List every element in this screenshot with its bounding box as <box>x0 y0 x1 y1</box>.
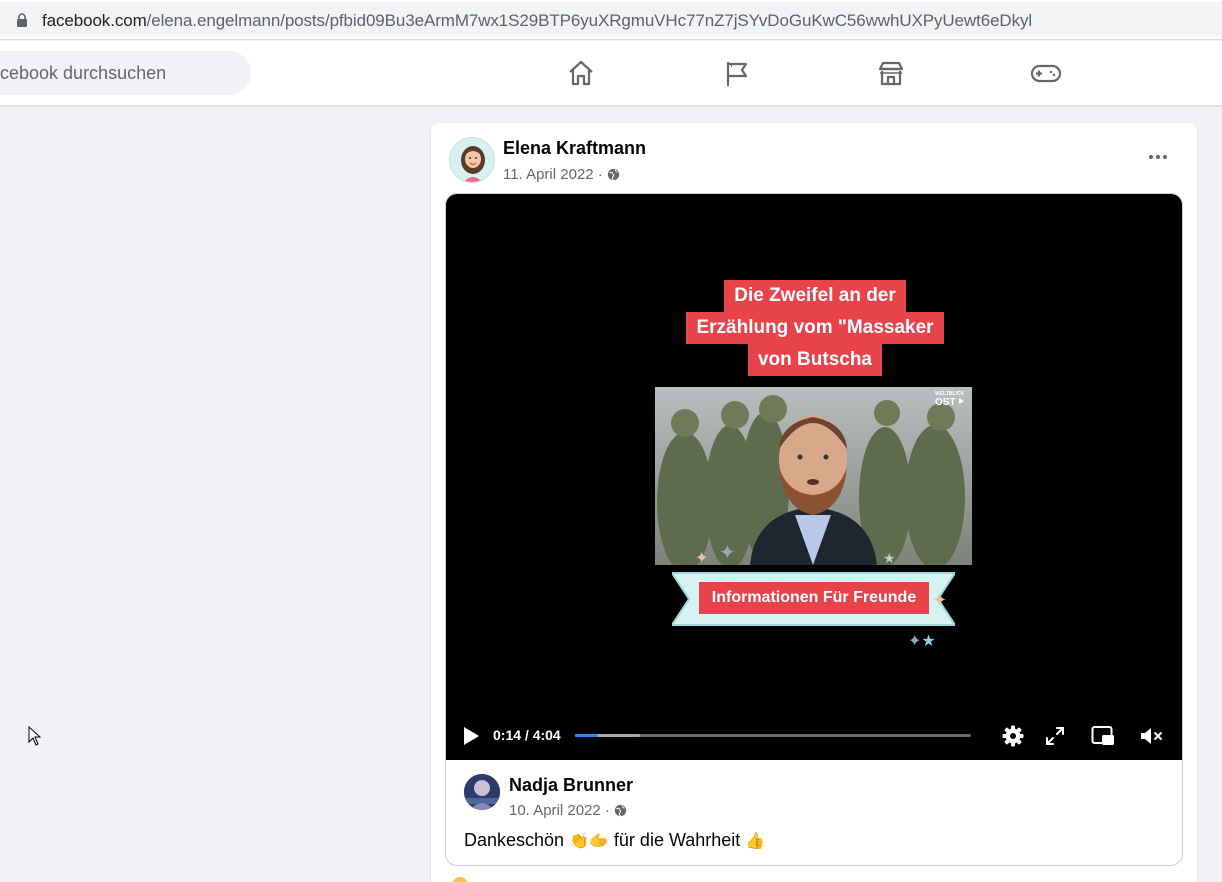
muted-speaker-icon[interactable] <box>1138 723 1164 749</box>
dot-icon <box>1156 155 1160 159</box>
lock-icon <box>17 13 27 27</box>
svg-text:✦: ✦ <box>695 550 708 565</box>
video-progress-bar[interactable] <box>575 734 971 737</box>
commenter-name[interactable]: Nadja Brunner <box>509 775 633 796</box>
comment-text-middle: für die Wahrheit <box>608 830 746 850</box>
play-icon[interactable] <box>462 726 480 746</box>
search-input[interactable] <box>0 51 240 95</box>
post-date[interactable]: 11. April 2022 · <box>503 166 603 183</box>
thumbnail-badge: OST <box>935 397 956 408</box>
settings-gear-icon[interactable] <box>1000 723 1026 749</box>
comment-text-start: Dankeschön <box>464 830 570 850</box>
dot-icon <box>1149 155 1153 159</box>
browser-address-bar: facebook.com/elena.engelmann/posts/pfbid… <box>0 0 1222 40</box>
video-player[interactable]: Die Zweifel an der Erzählung vom "Massak… <box>446 194 1182 760</box>
commenter-avatar[interactable] <box>464 774 500 810</box>
video-time: 0:14 / 4:04 <box>493 727 561 743</box>
marketplace-icon[interactable] <box>873 55 909 91</box>
url-text[interactable]: facebook.com/elena.engelmann/posts/pfbid… <box>42 11 1032 31</box>
comment-text: Dankeschön 👏🫱 für die Wahrheit 👍 <box>464 830 765 851</box>
picture-in-picture-icon[interactable] <box>1090 723 1116 749</box>
headline-line-3: von Butscha <box>747 344 883 376</box>
pages-flag-icon[interactable] <box>718 55 754 91</box>
search-box[interactable] <box>0 51 251 95</box>
svg-text:✦: ✦ <box>719 542 736 564</box>
comment-date[interactable]: 10. April 2022 · <box>509 802 610 819</box>
stars-decoration-icon: ✦★ <box>908 633 936 650</box>
more-options-button[interactable] <box>1140 145 1176 169</box>
mouse-cursor-icon <box>28 726 42 746</box>
url-field[interactable]: facebook.com/elena.engelmann/posts/pfbid… <box>0 2 1222 36</box>
author-avatar[interactable] <box>449 137 495 183</box>
gaming-icon[interactable] <box>1028 55 1064 91</box>
globe-icon <box>614 804 627 817</box>
video-played-bar <box>575 734 598 737</box>
thumbs-up-emoji-icon: 👍 <box>745 833 766 850</box>
post-author-name[interactable]: Elena Kraftmann <box>503 138 646 159</box>
star-decoration-icon: ✦ <box>932 590 948 610</box>
fullscreen-icon[interactable] <box>1042 723 1068 749</box>
video-controls: 0:14 / 4:04 <box>446 720 1182 752</box>
url-path: /elena.engelmann/posts/pfbid09Bu3eArmM7w… <box>146 11 1033 30</box>
facebook-top-nav <box>0 41 1222 105</box>
dot-icon <box>1163 155 1167 159</box>
url-host: facebook.com <box>42 11 147 30</box>
clap-emoji-icon: 👏🫱 <box>569 833 609 850</box>
svg-text:★: ★ <box>883 550 896 565</box>
video-headline: Die Zweifel an der Erzählung vom "Massak… <box>446 280 1182 376</box>
headline-line-1: Die Zweifel an der <box>724 280 906 312</box>
comment-meta: 10. April 2022 · <box>509 802 627 819</box>
globe-icon <box>607 168 619 181</box>
home-icon[interactable] <box>563 55 599 91</box>
banner-label: Informationen Für Freunde <box>699 582 929 614</box>
post-meta: 11. April 2022 · <box>503 166 620 183</box>
shared-post: Die Zweifel an der Erzählung vom "Massak… <box>445 193 1183 866</box>
headline-line-2: Erzählung vom "Massaker <box>686 312 944 344</box>
video-thumbnail-image: WELTBLICK OST ✦ ✦ ★ <box>655 387 972 565</box>
